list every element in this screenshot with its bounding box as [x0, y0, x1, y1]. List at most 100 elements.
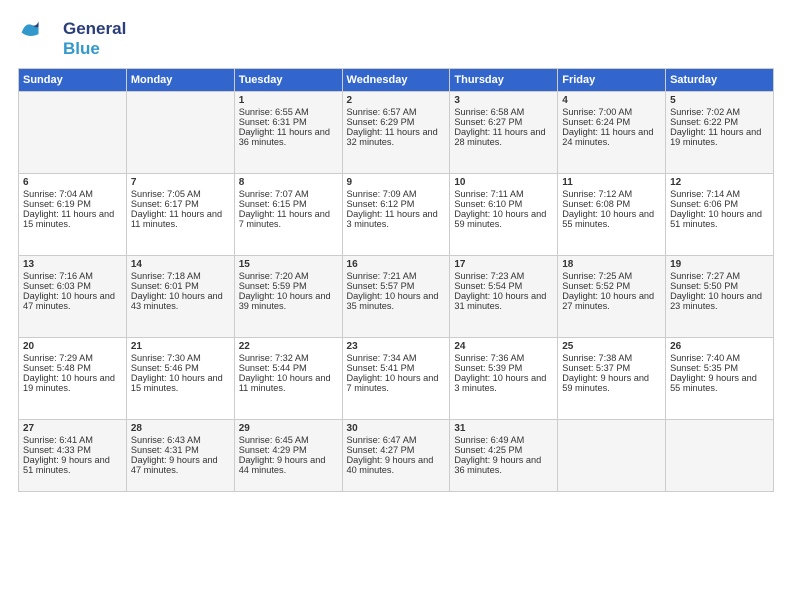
day-number: 19: [670, 259, 769, 270]
day-info: Sunrise: 7:00 AM: [562, 107, 661, 117]
calendar-cell: 9Sunrise: 7:09 AMSunset: 6:12 PMDaylight…: [342, 174, 450, 256]
day-number: 12: [670, 177, 769, 188]
calendar-cell: 2Sunrise: 6:57 AMSunset: 6:29 PMDaylight…: [342, 92, 450, 174]
day-info: Sunrise: 7:40 AM: [670, 353, 769, 363]
calendar-cell: 16Sunrise: 7:21 AMSunset: 5:57 PMDayligh…: [342, 256, 450, 338]
calendar-cell: 13Sunrise: 7:16 AMSunset: 6:03 PMDayligh…: [19, 256, 127, 338]
calendar-cell: 31Sunrise: 6:49 AMSunset: 4:25 PMDayligh…: [450, 420, 558, 492]
day-info: Sunset: 6:31 PM: [239, 117, 338, 127]
day-number: 30: [347, 423, 446, 434]
day-info: Sunrise: 7:23 AM: [454, 271, 553, 281]
calendar-cell: 15Sunrise: 7:20 AMSunset: 5:59 PMDayligh…: [234, 256, 342, 338]
day-number: 29: [239, 423, 338, 434]
day-number: 17: [454, 259, 553, 270]
day-number: 2: [347, 95, 446, 106]
day-number: 1: [239, 95, 338, 106]
day-header-wednesday: Wednesday: [342, 69, 450, 92]
calendar-cell: 22Sunrise: 7:32 AMSunset: 5:44 PMDayligh…: [234, 338, 342, 420]
day-info: Sunrise: 7:11 AM: [454, 189, 553, 199]
calendar-cell: 10Sunrise: 7:11 AMSunset: 6:10 PMDayligh…: [450, 174, 558, 256]
calendar-cell: [126, 92, 234, 174]
day-number: 4: [562, 95, 661, 106]
day-info: Daylight: 11 hours and 36 minutes.: [239, 127, 338, 147]
day-info: Daylight: 11 hours and 3 minutes.: [347, 209, 446, 229]
day-info: Daylight: 10 hours and 39 minutes.: [239, 291, 338, 311]
day-number: 11: [562, 177, 661, 188]
day-info: Sunset: 6:08 PM: [562, 199, 661, 209]
day-number: 8: [239, 177, 338, 188]
calendar-cell: 3Sunrise: 6:58 AMSunset: 6:27 PMDaylight…: [450, 92, 558, 174]
day-info: Sunset: 5:48 PM: [23, 363, 122, 373]
day-info: Daylight: 10 hours and 7 minutes.: [347, 373, 446, 393]
day-info: Sunset: 5:41 PM: [347, 363, 446, 373]
calendar-cell: 28Sunrise: 6:43 AMSunset: 4:31 PMDayligh…: [126, 420, 234, 492]
logo-icon: [18, 18, 40, 40]
day-info: Sunset: 6:10 PM: [454, 199, 553, 209]
day-info: Sunrise: 7:21 AM: [347, 271, 446, 281]
calendar-cell: [19, 92, 127, 174]
calendar-cell: 12Sunrise: 7:14 AMSunset: 6:06 PMDayligh…: [666, 174, 774, 256]
day-number: 18: [562, 259, 661, 270]
day-info: Daylight: 9 hours and 59 minutes.: [562, 373, 661, 393]
day-number: 9: [347, 177, 446, 188]
day-number: 16: [347, 259, 446, 270]
day-info: Sunset: 5:57 PM: [347, 281, 446, 291]
calendar-table: SundayMondayTuesdayWednesdayThursdayFrid…: [18, 68, 774, 492]
day-info: Daylight: 9 hours and 36 minutes.: [454, 455, 553, 475]
calendar-page: General Blue SundayMondayTuesdayWednesda…: [0, 0, 792, 612]
day-number: 28: [131, 423, 230, 434]
day-info: Daylight: 11 hours and 7 minutes.: [239, 209, 338, 229]
day-info: Sunrise: 7:30 AM: [131, 353, 230, 363]
day-info: Daylight: 10 hours and 19 minutes.: [23, 373, 122, 393]
day-info: Sunrise: 7:36 AM: [454, 353, 553, 363]
day-info: Sunrise: 6:45 AM: [239, 435, 338, 445]
day-info: Daylight: 10 hours and 35 minutes.: [347, 291, 446, 311]
day-info: Sunrise: 7:12 AM: [562, 189, 661, 199]
day-info: Sunrise: 7:34 AM: [347, 353, 446, 363]
logo-general: General: [63, 19, 126, 39]
calendar-cell: [666, 420, 774, 492]
day-info: Sunrise: 6:47 AM: [347, 435, 446, 445]
day-info: Sunrise: 7:09 AM: [347, 189, 446, 199]
day-info: Sunrise: 6:58 AM: [454, 107, 553, 117]
day-info: Sunrise: 7:18 AM: [131, 271, 230, 281]
day-info: Sunrise: 7:20 AM: [239, 271, 338, 281]
calendar-body: 1Sunrise: 6:55 AMSunset: 6:31 PMDaylight…: [19, 92, 774, 492]
calendar-cell: 24Sunrise: 7:36 AMSunset: 5:39 PMDayligh…: [450, 338, 558, 420]
day-number: 5: [670, 95, 769, 106]
day-info: Sunset: 4:31 PM: [131, 445, 230, 455]
day-info: Daylight: 9 hours and 55 minutes.: [670, 373, 769, 393]
day-info: Daylight: 11 hours and 24 minutes.: [562, 127, 661, 147]
day-info: Sunset: 6:03 PM: [23, 281, 122, 291]
day-info: Daylight: 11 hours and 32 minutes.: [347, 127, 446, 147]
day-info: Sunrise: 7:25 AM: [562, 271, 661, 281]
logo: General Blue: [18, 18, 126, 60]
calendar-cell: 14Sunrise: 7:18 AMSunset: 6:01 PMDayligh…: [126, 256, 234, 338]
day-info: Daylight: 11 hours and 19 minutes.: [670, 127, 769, 147]
day-info: Daylight: 10 hours and 27 minutes.: [562, 291, 661, 311]
day-info: Sunset: 5:52 PM: [562, 281, 661, 291]
day-info: Sunset: 6:01 PM: [131, 281, 230, 291]
header: General Blue: [18, 18, 774, 60]
day-info: Sunrise: 6:57 AM: [347, 107, 446, 117]
day-info: Daylight: 9 hours and 51 minutes.: [23, 455, 122, 475]
day-info: Daylight: 10 hours and 23 minutes.: [670, 291, 769, 311]
day-info: Daylight: 10 hours and 3 minutes.: [454, 373, 553, 393]
day-number: 26: [670, 341, 769, 352]
calendar-cell: 27Sunrise: 6:41 AMSunset: 4:33 PMDayligh…: [19, 420, 127, 492]
day-info: Sunrise: 7:14 AM: [670, 189, 769, 199]
day-info: Sunset: 6:06 PM: [670, 199, 769, 209]
day-info: Sunrise: 6:55 AM: [239, 107, 338, 117]
logo-blue: Blue: [63, 39, 126, 59]
day-number: 6: [23, 177, 122, 188]
day-info: Sunrise: 6:49 AM: [454, 435, 553, 445]
day-info: Daylight: 10 hours and 55 minutes.: [562, 209, 661, 229]
day-info: Daylight: 9 hours and 40 minutes.: [347, 455, 446, 475]
calendar-week-3: 13Sunrise: 7:16 AMSunset: 6:03 PMDayligh…: [19, 256, 774, 338]
day-info: Sunset: 6:24 PM: [562, 117, 661, 127]
day-number: 22: [239, 341, 338, 352]
day-number: 15: [239, 259, 338, 270]
calendar-cell: 21Sunrise: 7:30 AMSunset: 5:46 PMDayligh…: [126, 338, 234, 420]
day-info: Sunrise: 7:29 AM: [23, 353, 122, 363]
day-info: Daylight: 10 hours and 51 minutes.: [670, 209, 769, 229]
